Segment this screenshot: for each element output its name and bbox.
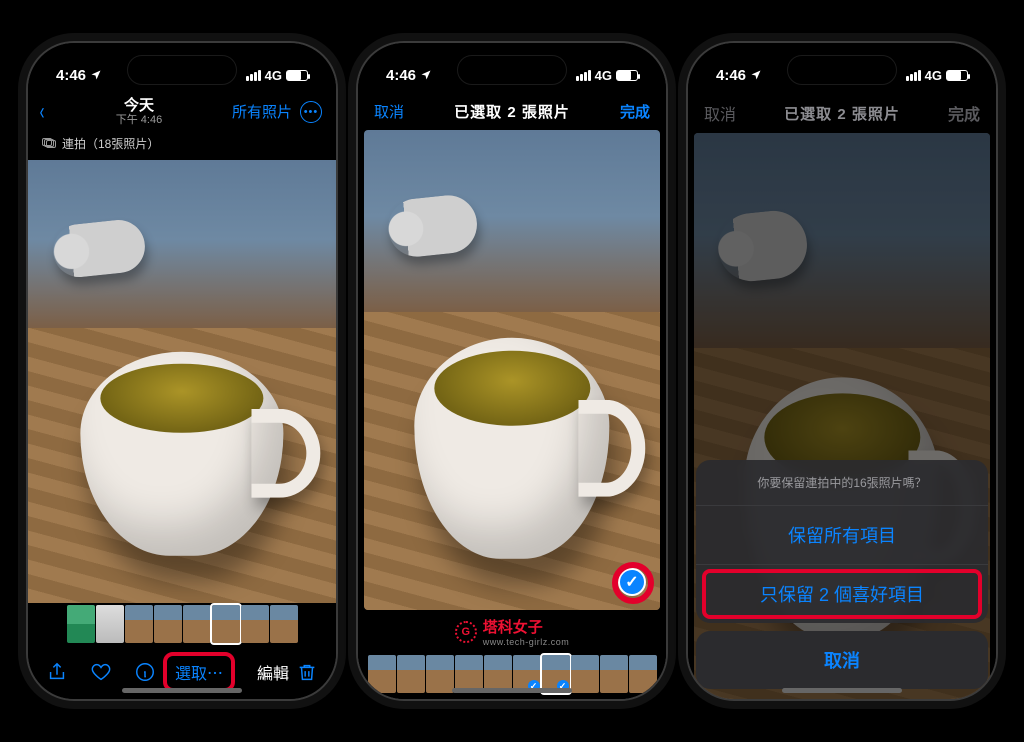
keep-favorites-option[interactable]: 只保留 2 個喜好項目 [696, 565, 988, 623]
favorite-icon[interactable] [90, 661, 112, 683]
photo-preview[interactable] [28, 160, 336, 603]
dynamic-island [127, 55, 237, 85]
cancel-button-disabled: 取消 [704, 101, 736, 125]
status-time: 4:46 [386, 67, 416, 84]
nav-title: 今天 [116, 97, 162, 114]
nav-title: 已選取 2 張照片 [784, 103, 900, 124]
action-sheet: 你要保留連拍中的16張照片嗎？ 保留所有項目 只保留 2 個喜好項目 取消 [696, 460, 988, 689]
home-indicator [782, 688, 902, 693]
status-time: 4:46 [56, 67, 86, 84]
nav-subtitle: 下午 4:46 [116, 114, 162, 127]
thumb[interactable] [600, 655, 628, 693]
sheet-message: 你要保留連拍中的16張照片嗎？ [696, 460, 988, 506]
phone-actionsheet-view: 4:46 4G 取消 已選取 2 張照片 完成 你要保留連拍中的16張照片嗎？ … [686, 41, 998, 701]
thumb[interactable] [426, 655, 454, 693]
network-label: 4G [595, 68, 612, 83]
photo-preview[interactable]: ✓ [364, 130, 660, 610]
thumb[interactable] [571, 655, 599, 693]
all-photos-link[interactable]: 所有照片 [232, 101, 292, 122]
select-nav-bar: 取消 已選取 2 張照片 完成 [688, 93, 996, 133]
phone-burst-view: 4:46 4G ‹ 今天 下午 4:46 所有照片 ••• 連拍（18張照片） [26, 41, 338, 701]
thumb[interactable] [96, 605, 124, 643]
phone-select-view: 4:46 4G 取消 已選取 2 張照片 完成 ✓ G 塔科女子 www.tec… [356, 41, 668, 701]
done-button-disabled: 完成 [948, 101, 980, 125]
delete-icon[interactable] [296, 661, 318, 683]
location-icon [750, 69, 762, 81]
thumb[interactable] [629, 655, 657, 693]
battery-icon [946, 70, 968, 81]
done-button[interactable]: 完成 [620, 101, 650, 122]
battery-icon [616, 70, 638, 81]
share-icon[interactable] [46, 661, 68, 683]
home-indicator [122, 688, 242, 693]
more-options-button[interactable]: ••• [300, 101, 322, 123]
info-icon[interactable] [134, 661, 156, 683]
location-icon [420, 69, 432, 81]
watermark-logo-icon: G [455, 621, 477, 643]
location-icon [90, 69, 102, 81]
back-button[interactable]: ‹ [40, 98, 45, 126]
annotation-circle [612, 562, 654, 604]
burst-label: 連拍（18張照片） [62, 135, 159, 152]
edit-button[interactable]: 編輯 [257, 660, 289, 684]
signal-icon [906, 70, 921, 81]
thumb[interactable] [212, 605, 240, 643]
keep-all-option[interactable]: 保留所有項目 [696, 506, 988, 565]
burst-info: 連拍（18張照片） [28, 131, 336, 160]
sheet-cancel-button[interactable]: 取消 [696, 631, 988, 689]
dynamic-island [457, 55, 567, 85]
network-label: 4G [925, 68, 942, 83]
home-indicator [452, 688, 572, 693]
network-label: 4G [265, 68, 282, 83]
thumb[interactable] [241, 605, 269, 643]
cancel-button[interactable]: 取消 [374, 101, 404, 122]
thumb[interactable] [67, 605, 95, 643]
thumb[interactable] [270, 605, 298, 643]
burst-icon [42, 138, 56, 148]
watermark-sub: www.tech-girlz.com [483, 637, 570, 647]
thumb[interactable] [125, 605, 153, 643]
watermark-name: 塔科女子 [483, 619, 543, 636]
thumb[interactable] [368, 655, 396, 693]
watermark: G 塔科女子 www.tech-girlz.com [358, 610, 666, 649]
dynamic-island [787, 55, 897, 85]
select-button[interactable]: 選取⋯ [163, 652, 235, 692]
signal-icon [246, 70, 261, 81]
thumbnail-strip[interactable] [28, 603, 336, 645]
status-time: 4:46 [716, 67, 746, 84]
thumb[interactable] [183, 605, 211, 643]
battery-icon [286, 70, 308, 81]
thumb[interactable] [154, 605, 182, 643]
select-nav-bar: 取消 已選取 2 張照片 完成 [358, 93, 666, 130]
photo-nav-bar: ‹ 今天 下午 4:46 所有照片 ••• [28, 93, 336, 131]
signal-icon [576, 70, 591, 81]
thumb[interactable] [397, 655, 425, 693]
nav-title: 已選取 2 張照片 [454, 101, 570, 122]
